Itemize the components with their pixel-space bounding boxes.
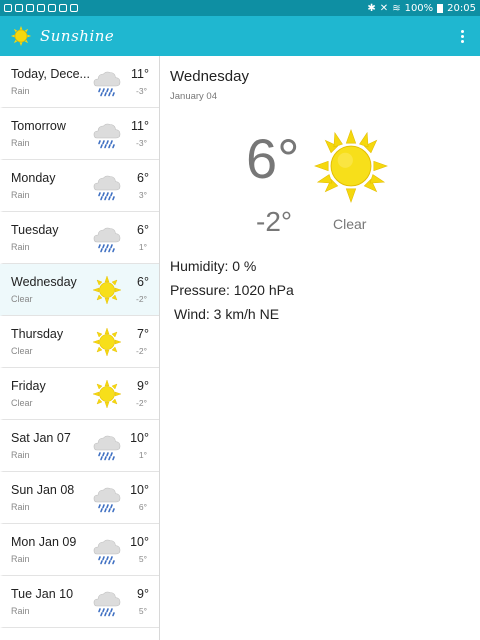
battery-icon [437,3,444,13]
forecast-low-temp: 1° [138,242,147,252]
forecast-low-temp: 3° [138,190,147,200]
forecast-high-temp: 9° [137,587,149,601]
forecast-row[interactable]: Wednesday Clear 6° -2° [0,264,159,316]
notification-icon [26,4,34,12]
notification-icon [37,4,45,12]
overflow-menu-button[interactable] [454,24,470,48]
rain-icon [91,222,123,254]
status-bar: ✱ ✕ ≋ 100% 20:05 [0,0,480,16]
forecast-high-temp: 7° [137,327,149,341]
forecast-row[interactable]: Mon Jan 09 Rain 10° 5° [0,524,159,576]
humidity-text: Humidity: 0 % [170,258,257,274]
rain-icon [91,170,123,202]
forecast-day: Wednesday [11,275,77,289]
forecast-row[interactable]: Friday Clear 9° -2° [0,368,159,420]
forecast-low-temp: 1° [138,450,147,460]
forecast-desc: Rain [11,86,30,96]
forecast-desc: Rain [11,502,30,512]
forecast-day: Tue Jan 10 [11,587,74,601]
forecast-day: Monday [11,171,56,185]
notification-icon [70,4,78,12]
forecast-high-temp: 9° [137,379,149,393]
rain-icon [91,482,123,514]
forecast-row[interactable]: Today, Dece... Rain 11° -3° [0,56,159,108]
forecast-high-temp: 6° [137,223,149,237]
rain-icon [91,66,123,98]
forecast-low-temp: -3° [136,138,147,148]
forecast-high-temp: 10° [130,431,149,445]
forecast-day: Tomorrow [11,119,66,133]
forecast-day: Sat Jan 07 [11,431,71,445]
sun-icon [91,326,123,358]
notification-icons [4,4,78,12]
app-bar: Sunshine [0,16,480,56]
pressure-text: Pressure: 1020 hPa [170,282,294,298]
forecast-row[interactable]: Thursday Clear 7° -2° [0,316,159,368]
forecast-low-temp: 5° [138,606,147,616]
rain-icon [91,118,123,150]
forecast-high-temp: 10° [130,535,149,549]
forecast-row[interactable]: Tue Jan 10 Rain 9° 5° [0,576,159,628]
forecast-desc: Rain [11,606,30,616]
clock: 20:05 [447,2,476,14]
sun-icon [314,129,388,203]
forecast-high-temp: 11° [131,67,149,81]
forecast-desc: Clear [11,294,33,304]
forecast-day: Mon Jan 09 [11,535,77,549]
forecast-high-temp: 10° [130,483,149,497]
forecast-day: Today, Dece... [11,67,90,81]
wind-text: Wind: 3 km/h NE [174,306,280,322]
forecast-desc: Rain [11,138,30,148]
rain-icon [91,534,123,566]
detail-condition: Clear [333,216,367,232]
forecast-desc: Rain [11,190,30,200]
detail-day: Wednesday [170,68,249,85]
detail-pane: Wednesday January 04 6° -2° Clear Humidi… [160,56,480,640]
sun-logo-icon [10,25,32,47]
app-title: Sunshine [40,27,115,45]
forecast-day: Friday [11,379,46,393]
forecast-desc: Clear [11,346,33,356]
forecast-row[interactable]: Monday Rain 6° 3° [0,160,159,212]
forecast-desc: Rain [11,554,30,564]
forecast-desc: Clear [11,398,33,408]
forecast-row[interactable]: Sat Jan 07 Rain 10° 1° [0,420,159,472]
detail-date: January 04 [170,91,218,102]
notification-icon [59,4,67,12]
forecast-low-temp: -2° [136,294,147,304]
forecast-high-temp: 6° [137,171,149,185]
wifi-icon: ≋ [392,2,401,14]
forecast-desc: Rain [11,450,30,460]
notification-icon [48,4,56,12]
notification-icon [15,4,23,12]
forecast-day: Thursday [11,327,64,341]
rain-icon [91,430,123,462]
forecast-row[interactable]: Sun Jan 08 Rain 10° 6° [0,472,159,524]
forecast-high-temp: 6° [137,275,149,289]
bluetooth-icon: ✱ [367,2,376,14]
forecast-low-temp: 5° [138,554,147,564]
forecast-low-temp: -2° [136,398,147,408]
forecast-list: Today, Dece... Rain 11° -3° Tomorrow Rain 11° -… [0,56,160,640]
forecast-desc: Rain [11,242,30,252]
forecast-high-temp: 11° [131,119,149,133]
mute-icon: ✕ [379,2,389,14]
forecast-day: Tuesday [11,223,59,237]
forecast-low-temp: 6° [138,502,147,512]
notification-icon [4,4,12,12]
forecast-low-temp: -2° [136,346,147,356]
rain-icon [91,586,123,618]
sun-icon [91,274,123,306]
forecast-day: Sun Jan 08 [11,483,75,497]
forecast-row[interactable]: Tomorrow Rain 11° -3° [0,108,159,160]
battery-level: 100% [404,2,434,14]
sun-icon [91,378,123,410]
detail-high-temp: 6° [246,127,300,190]
detail-low-temp: -2° [256,206,293,237]
forecast-row[interactable]: Tuesday Rain 6° 1° [0,212,159,264]
forecast-low-temp: -3° [136,86,147,96]
